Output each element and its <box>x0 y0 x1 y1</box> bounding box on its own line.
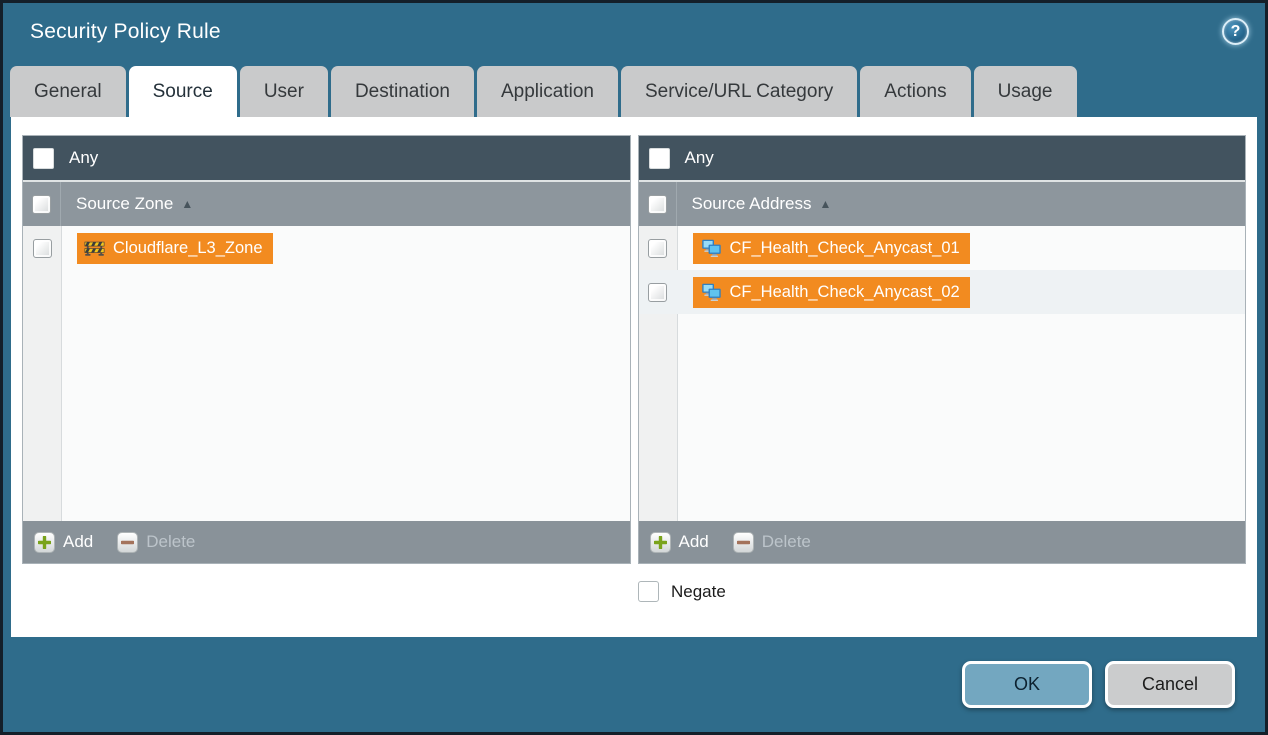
object-chip[interactable]: CF_Health_Check_Anycast_01 <box>693 233 970 264</box>
plus-icon <box>650 532 671 553</box>
tab-label: Application <box>501 81 594 102</box>
minus-icon <box>733 532 754 553</box>
tab-label: Service/URL Category <box>645 81 833 102</box>
title-bar: Security Policy Rule ? <box>3 3 1265 60</box>
dialog-content: Any Source Zone ▲ <box>11 117 1257 637</box>
panels-row: Any Source Zone ▲ <box>22 135 1246 564</box>
tab-user[interactable]: User <box>240 66 328 117</box>
cancel-button[interactable]: Cancel <box>1105 661 1235 708</box>
tab-usage[interactable]: Usage <box>974 66 1077 117</box>
tab-label: Usage <box>998 81 1053 102</box>
any-header: Any <box>23 136 630 180</box>
list-item: CF_Health_Check_Anycast_01 <box>639 226 1246 270</box>
panel-toolbar: Add Delete <box>23 521 630 563</box>
negate-checkbox[interactable] <box>638 581 659 602</box>
panel-toolbar: Add Delete <box>639 521 1246 563</box>
tab-service-url-category[interactable]: Service/URL Category <box>621 66 857 117</box>
tab-label: Destination <box>355 81 450 102</box>
object-label: CF_Health_Check_Anycast_02 <box>730 283 960 302</box>
object-chip[interactable]: Cloudflare_L3_Zone <box>77 233 273 264</box>
source-zone-panel: Any Source Zone ▲ <box>22 135 631 564</box>
object-label: CF_Health_Check_Anycast_01 <box>730 239 960 258</box>
tab-general[interactable]: General <box>10 66 126 117</box>
ok-button[interactable]: OK <box>962 661 1092 708</box>
tab-label: General <box>34 81 102 102</box>
tab-bar: General Source User Destination Application S… <box>3 60 1265 117</box>
object-chip[interactable]: CF_Health_Check_Anycast_02 <box>693 277 970 308</box>
list-item: Cloudflare_L3_Zone <box>23 226 630 270</box>
object-label: Cloudflare_L3_Zone <box>113 239 263 258</box>
any-label: Any <box>69 148 98 168</box>
any-checkbox[interactable] <box>33 148 54 169</box>
column-header[interactable]: Source Zone ▲ <box>23 180 630 226</box>
negate-row: Negate <box>638 581 1246 602</box>
any-header: Any <box>639 136 1246 180</box>
dialog-title: Security Policy Rule <box>30 20 1222 44</box>
tab-source[interactable]: Source <box>129 66 237 117</box>
tab-label: Actions <box>884 81 946 102</box>
item-checkbox[interactable] <box>648 283 667 302</box>
source-address-panel: Any Source Address ▲ <box>638 135 1247 564</box>
column-header-label: Source Address <box>692 194 812 214</box>
minus-icon <box>117 532 138 553</box>
add-button[interactable]: Add <box>34 532 93 553</box>
add-button[interactable]: Add <box>650 532 709 553</box>
tab-application[interactable]: Application <box>477 66 618 117</box>
zone-icon <box>84 239 105 257</box>
select-all-checkbox[interactable] <box>32 195 51 214</box>
item-checkbox[interactable] <box>33 239 52 258</box>
item-checkbox[interactable] <box>648 239 667 258</box>
column-header-label: Source Zone <box>76 194 173 214</box>
tab-label: User <box>264 81 304 102</box>
security-policy-rule-dialog: Security Policy Rule ? General Source User… <box>0 0 1268 735</box>
address-icon <box>700 239 722 258</box>
tab-label: Source <box>153 81 213 102</box>
delete-button[interactable]: Delete <box>117 532 195 553</box>
list-item: CF_Health_Check_Anycast_02 <box>639 270 1246 314</box>
delete-button[interactable]: Delete <box>733 532 811 553</box>
item-list: CF_Health_Check_Anycast_01 <box>639 226 1246 521</box>
negate-label: Negate <box>671 582 726 602</box>
dialog-footer: OK Cancel <box>3 637 1265 732</box>
sort-ascending-icon: ▲ <box>181 197 193 211</box>
column-header[interactable]: Source Address ▲ <box>639 180 1246 226</box>
tab-actions[interactable]: Actions <box>860 66 970 117</box>
any-label: Any <box>685 148 714 168</box>
select-all-checkbox[interactable] <box>648 195 667 214</box>
address-icon <box>700 283 722 302</box>
tab-destination[interactable]: Destination <box>331 66 474 117</box>
item-list: Cloudflare_L3_Zone <box>23 226 630 521</box>
any-checkbox[interactable] <box>649 148 670 169</box>
sort-ascending-icon: ▲ <box>820 197 832 211</box>
plus-icon <box>34 532 55 553</box>
help-icon[interactable]: ? <box>1222 18 1249 45</box>
